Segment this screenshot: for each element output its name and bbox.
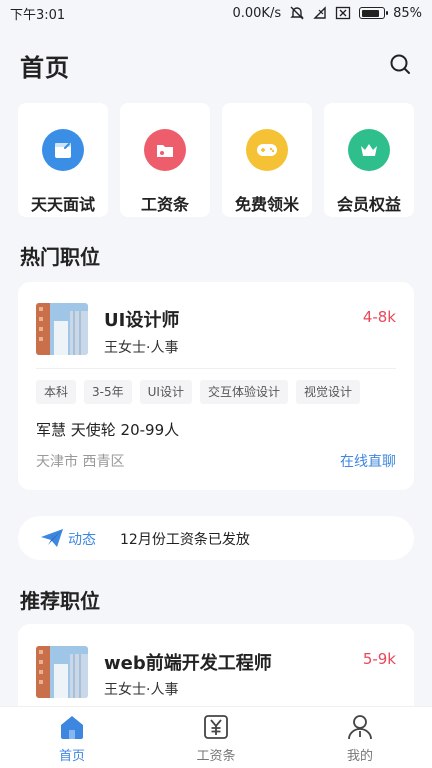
job-title: UI设计师 xyxy=(104,310,180,331)
tab-label: 我的 xyxy=(346,749,373,764)
tab-label: 工资条 xyxy=(196,749,236,764)
home-icon xyxy=(61,716,83,739)
news-tag: 动态 xyxy=(68,532,96,548)
page-title: 首页 xyxy=(20,54,70,82)
hot-job-card[interactable]: UI设计师 4-8k 王女士·人事 本科 3-5年 UI设计 交互体验设计 视觉… xyxy=(18,282,414,490)
company-thumbnail xyxy=(36,303,88,355)
job-salary: 4-8k xyxy=(362,308,396,326)
recommended-jobs-title: 推荐职位 xyxy=(20,589,100,613)
tab-me[interactable]: 我的 xyxy=(288,707,432,768)
bottom-tab-bar: 首页 工资条 我的 xyxy=(0,706,432,768)
interview-icon xyxy=(42,129,84,171)
job-tag: UI设计 xyxy=(139,380,192,404)
yen-icon xyxy=(204,715,228,739)
job-tag: 3-5年 xyxy=(84,380,132,404)
battery-percent: 85% xyxy=(393,5,422,21)
status-bar: 下午3:01 0.00K/s 85% xyxy=(0,0,432,26)
job-tag: 交互体验设计 xyxy=(199,380,288,404)
sim-x-icon xyxy=(335,6,351,20)
quick-link-membership[interactable]: 会员权益 xyxy=(324,103,414,217)
tab-salary[interactable]: 工资条 xyxy=(144,707,288,768)
job-title: web前端开发工程师 xyxy=(104,653,272,674)
quick-link-free-rice[interactable]: 免费领米 xyxy=(222,103,312,217)
salary-folder-icon xyxy=(144,129,186,171)
quick-links: 天天面试 工资条 免费领米 会员权益 xyxy=(18,103,414,217)
status-time: 下午3:01 xyxy=(10,7,66,23)
job-contact: 王女士·人事 xyxy=(104,682,179,698)
job-salary: 5-9k xyxy=(362,650,396,668)
quick-link-salary[interactable]: 工资条 xyxy=(120,103,210,217)
news-bar[interactable]: 动态 12月份工资条已发放 xyxy=(18,516,414,560)
quick-link-label: 工资条 xyxy=(140,195,189,214)
search-icon[interactable] xyxy=(388,52,412,76)
tab-home[interactable]: 首页 xyxy=(0,707,144,768)
company-thumbnail xyxy=(36,646,88,698)
job-contact: 王女士·人事 xyxy=(104,340,179,356)
job-tag: 视觉设计 xyxy=(295,380,360,404)
header: 首页 xyxy=(0,40,432,88)
company-info: 军慧 天使轮 20-99人 xyxy=(36,421,180,439)
network-speed: 0.00K/s xyxy=(232,5,282,21)
job-tag: 本科 xyxy=(36,380,77,404)
quick-link-label: 免费领米 xyxy=(234,195,299,214)
divider xyxy=(36,368,396,369)
gamepad-icon xyxy=(246,129,288,171)
mute-alarm-icon xyxy=(290,6,304,20)
news-text: 12月份工资条已发放 xyxy=(120,532,250,548)
job-location: 天津市 西青区 xyxy=(36,454,125,470)
crown-icon xyxy=(348,129,390,171)
paper-plane-icon xyxy=(41,529,63,547)
tab-label: 首页 xyxy=(58,749,85,764)
hot-jobs-title: 热门职位 xyxy=(20,245,100,269)
status-right: 0.00K/s 85% xyxy=(232,5,422,21)
quick-link-label: 天天面试 xyxy=(30,195,95,214)
online-chat-link[interactable]: 在线直聊 xyxy=(340,451,396,471)
battery-icon xyxy=(359,7,389,19)
quick-link-interview[interactable]: 天天面试 xyxy=(18,103,108,217)
quick-link-label: 会员权益 xyxy=(336,195,401,214)
user-icon xyxy=(348,715,372,740)
signal-icon xyxy=(313,6,326,19)
job-tags: 本科 3-5年 UI设计 交互体验设计 视觉设计 xyxy=(36,380,360,404)
